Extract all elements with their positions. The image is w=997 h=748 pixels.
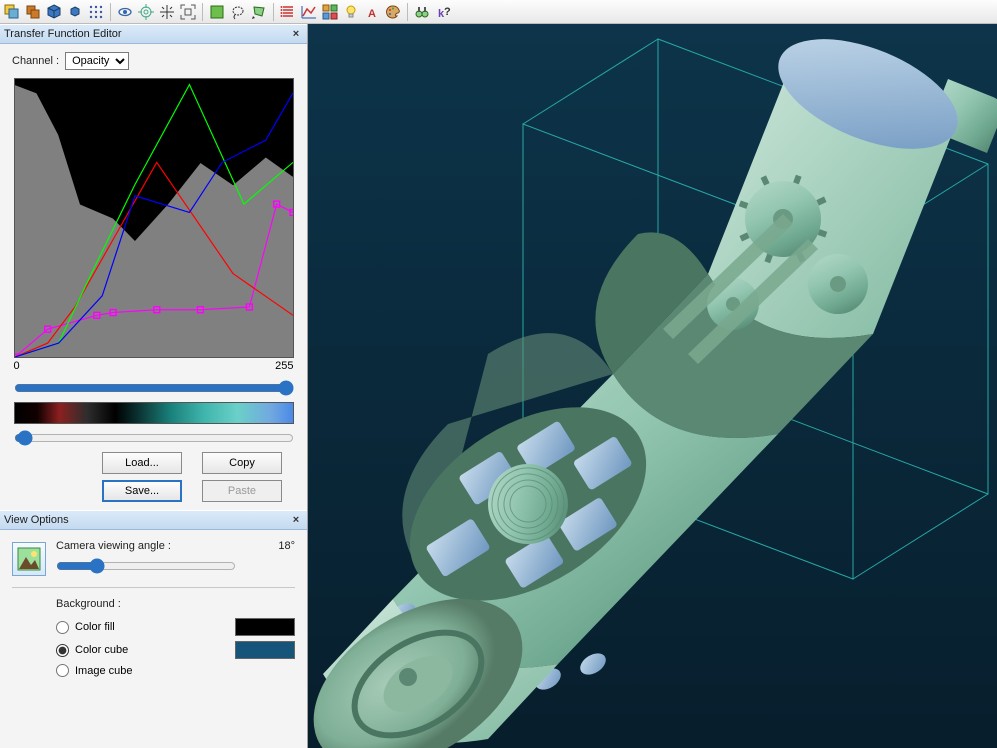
bg-fill-radio[interactable] [56, 621, 69, 634]
copy-button[interactable]: Copy [202, 452, 282, 474]
expand-icon[interactable] [178, 2, 198, 22]
toolbar-separator [202, 3, 203, 21]
vo-panel-title: View Options [4, 514, 69, 526]
load-button[interactable]: Load... [102, 452, 182, 474]
eye-icon[interactable] [115, 2, 135, 22]
text-a-icon[interactable]: A [362, 2, 382, 22]
bg-fill-label: Color fill [75, 621, 115, 633]
bg-cube-radio[interactable] [56, 644, 69, 657]
bg-cube-swatch[interactable] [235, 641, 295, 659]
toolbar-separator [110, 3, 111, 21]
binoculars-icon[interactable] [412, 2, 432, 22]
vo-panel-header[interactable]: View Options × [0, 510, 307, 530]
toolbar-separator [407, 3, 408, 21]
bg-image-label: Image cube [75, 665, 132, 677]
crosshair-icon[interactable] [157, 2, 177, 22]
cube-small-icon[interactable] [65, 2, 85, 22]
viewport-3d[interactable] [308, 24, 997, 748]
landscape-icon [17, 547, 41, 571]
tf-panel-title: Transfer Function Editor [4, 28, 122, 40]
svg-text:A: A [368, 8, 376, 20]
paste-button: Paste [202, 480, 282, 502]
close-icon[interactable]: × [289, 27, 303, 41]
list-icon[interactable] [278, 2, 298, 22]
camera-angle-slider[interactable] [56, 558, 236, 574]
gallery-icon[interactable] [320, 2, 340, 22]
poly-lasso-icon[interactable] [249, 2, 269, 22]
axis-max-label: 255 [275, 360, 293, 372]
color-ramp[interactable] [14, 402, 294, 424]
close-icon[interactable]: × [289, 513, 303, 527]
tf-panel-body: Channel : Opacity 0 255 Load... Copy Sav… [0, 44, 307, 510]
range-min-slider[interactable] [14, 430, 294, 446]
cube-blue-icon[interactable] [44, 2, 64, 22]
axis-min-label: 0 [14, 360, 20, 372]
target-icon[interactable] [136, 2, 156, 22]
channel-select[interactable]: Opacity [65, 52, 129, 70]
side-panel: Transfer Function Editor × Channel : Opa… [0, 24, 308, 748]
vo-panel-body: Camera viewing angle : 18° Background : … [0, 530, 307, 702]
bg-fill-swatch[interactable] [235, 618, 295, 636]
bg-image-radio[interactable] [56, 664, 69, 677]
palette-tool-icon[interactable] [383, 2, 403, 22]
camera-angle-value: 18° [278, 540, 295, 552]
camera-icon-button[interactable] [12, 542, 46, 576]
help-icon[interactable]: k? [433, 2, 453, 22]
main-toolbar: A k? [0, 0, 997, 24]
lasso-icon[interactable] [228, 2, 248, 22]
svg-text:?: ? [444, 6, 451, 18]
layers-icon[interactable] [23, 2, 43, 22]
draw-box-icon[interactable] [207, 2, 227, 22]
overlay-icon[interactable] [2, 2, 22, 22]
tf-graph[interactable] [14, 78, 294, 358]
save-button[interactable]: Save... [102, 480, 182, 502]
toolbar-separator [273, 3, 274, 21]
chart-icon[interactable] [299, 2, 319, 22]
range-max-slider[interactable] [14, 380, 294, 396]
channel-label: Channel : [12, 55, 59, 67]
tf-panel-header[interactable]: Transfer Function Editor × [0, 24, 307, 44]
dotfield-icon[interactable] [86, 2, 106, 22]
lightbulb-icon[interactable] [341, 2, 361, 22]
bg-cube-label: Color cube [75, 644, 128, 656]
camera-angle-label: Camera viewing angle : [56, 540, 171, 552]
background-label: Background : [56, 598, 295, 610]
